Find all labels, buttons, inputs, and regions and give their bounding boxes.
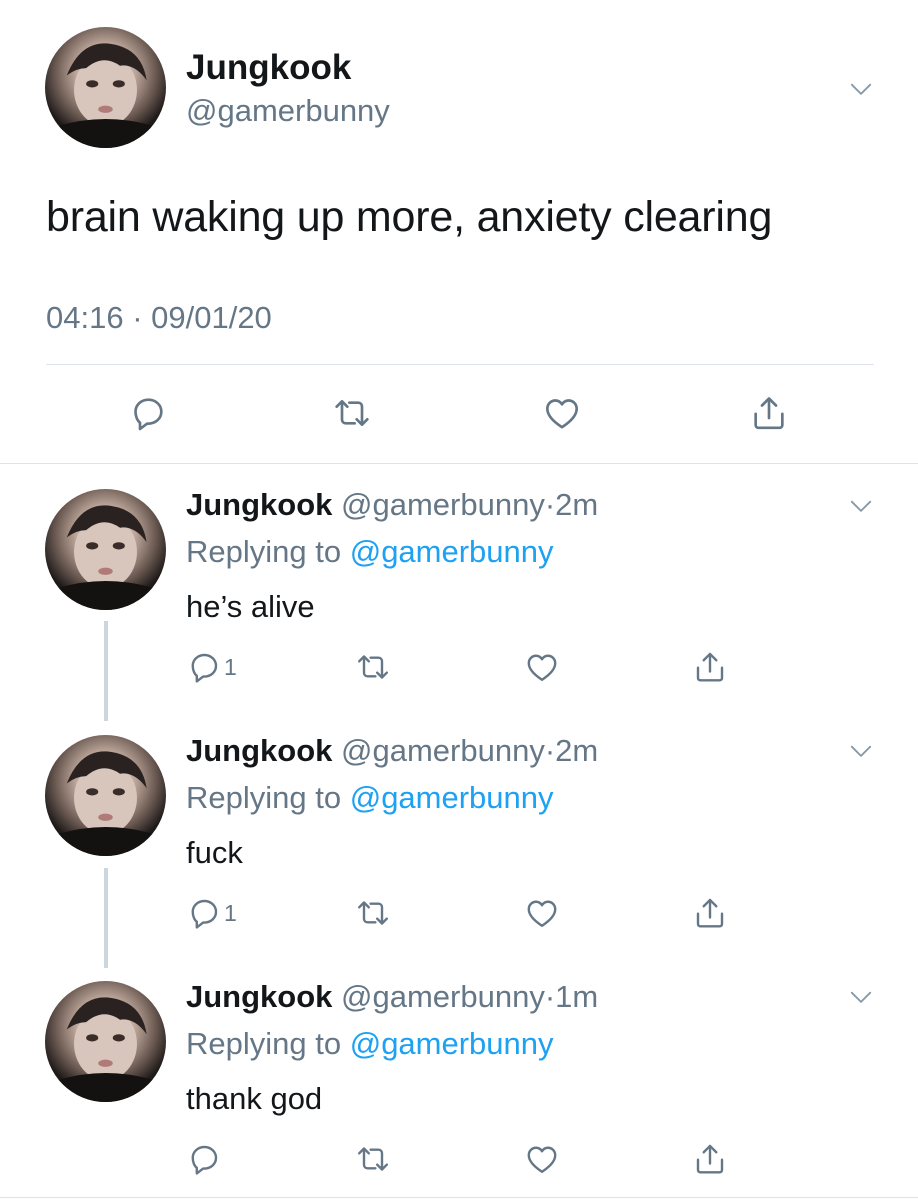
reply-author-name[interactable]: Jungkook — [186, 487, 332, 522]
retweet-button[interactable] — [355, 1137, 399, 1181]
reply-icon — [186, 1141, 222, 1177]
like-button[interactable] — [524, 1137, 568, 1181]
reply-header: Jungkook @gamerbunny·2m — [186, 487, 598, 523]
more-options-button[interactable] — [848, 76, 874, 102]
share-button[interactable] — [692, 891, 736, 935]
retweet-icon — [355, 1141, 391, 1177]
reply-button[interactable] — [186, 1137, 256, 1181]
divider — [0, 463, 918, 464]
reply-button[interactable]: 1 — [186, 891, 256, 935]
reply-time[interactable]: 2m — [555, 733, 598, 768]
like-button[interactable] — [542, 391, 586, 435]
avatar[interactable] — [45, 981, 166, 1102]
tweet-timestamp[interactable]: 04:16 · 09/01/20 — [46, 300, 272, 336]
reply-text: he’s alive — [186, 589, 315, 624]
share-icon — [692, 1141, 728, 1177]
more-options-button[interactable] — [848, 984, 874, 1010]
author-handle[interactable]: @gamerbunny — [186, 93, 390, 129]
replying-to-label: Replying to — [186, 1026, 350, 1061]
reply-icon — [186, 895, 222, 931]
separator: · — [544, 979, 556, 1014]
tweet-text: brain waking up more, anxiety clearing — [46, 193, 773, 241]
like-icon — [524, 649, 560, 685]
profile-photo-icon — [45, 981, 166, 1102]
share-button[interactable] — [749, 391, 793, 435]
reply-button[interactable] — [128, 391, 172, 435]
replying-to: Replying to @gamerbunny — [186, 534, 554, 570]
retweet-icon — [332, 393, 372, 433]
replying-to-label: Replying to — [186, 780, 350, 815]
more-options-button[interactable] — [848, 738, 874, 764]
replying-to-label: Replying to — [186, 534, 350, 569]
reply-text: fuck — [186, 835, 243, 870]
retweet-icon — [355, 649, 391, 685]
reply-count: 1 — [224, 899, 237, 926]
share-icon — [692, 649, 728, 685]
reply-header: Jungkook @gamerbunny·1m — [186, 979, 598, 1015]
divider — [46, 364, 874, 365]
like-icon — [524, 1141, 560, 1177]
profile-photo-icon — [45, 27, 166, 148]
chevron-down-icon — [848, 984, 874, 1010]
profile-photo-icon — [45, 735, 166, 856]
reply-text: thank god — [186, 1081, 323, 1116]
retweet-button[interactable] — [332, 391, 376, 435]
reply-author-name[interactable]: Jungkook — [186, 979, 332, 1014]
chevron-down-icon — [848, 493, 874, 519]
reply-time[interactable]: 2m — [555, 487, 598, 522]
avatar[interactable] — [45, 27, 166, 148]
avatar[interactable] — [45, 489, 166, 610]
avatar[interactable] — [45, 735, 166, 856]
like-button[interactable] — [524, 645, 568, 689]
reply-author-handle[interactable]: @gamerbunny — [341, 733, 545, 768]
reply-header: Jungkook @gamerbunny·2m — [186, 733, 598, 769]
reply-count: 1 — [224, 653, 237, 680]
reply-author-handle[interactable]: @gamerbunny — [341, 979, 545, 1014]
replying-to: Replying to @gamerbunny — [186, 780, 554, 816]
replying-to-link[interactable]: @gamerbunny — [350, 534, 554, 569]
replying-to-link[interactable]: @gamerbunny — [350, 1026, 554, 1061]
like-icon — [524, 895, 560, 931]
chevron-down-icon — [848, 76, 874, 102]
reply-time[interactable]: 1m — [555, 979, 598, 1014]
divider — [0, 1197, 918, 1198]
reply-button[interactable]: 1 — [186, 645, 256, 689]
reply-author-name[interactable]: Jungkook — [186, 733, 332, 768]
share-icon — [749, 393, 789, 433]
separator: · — [544, 733, 556, 768]
reply-icon — [186, 649, 222, 685]
profile-photo-icon — [45, 489, 166, 610]
reply-icon — [128, 393, 168, 433]
retweet-button[interactable] — [355, 645, 399, 689]
share-button[interactable] — [692, 645, 736, 689]
retweet-button[interactable] — [355, 891, 399, 935]
retweet-icon — [355, 895, 391, 931]
like-button[interactable] — [524, 891, 568, 935]
share-icon — [692, 895, 728, 931]
more-options-button[interactable] — [848, 493, 874, 519]
reply-author-handle[interactable]: @gamerbunny — [341, 487, 545, 522]
replying-to: Replying to @gamerbunny — [186, 1026, 554, 1062]
share-button[interactable] — [692, 1137, 736, 1181]
thread-line — [104, 621, 108, 721]
thread-line — [104, 868, 108, 968]
author-name[interactable]: Jungkook — [186, 48, 351, 88]
chevron-down-icon — [848, 738, 874, 764]
like-icon — [542, 393, 582, 433]
replying-to-link[interactable]: @gamerbunny — [350, 780, 554, 815]
separator: · — [544, 487, 556, 522]
